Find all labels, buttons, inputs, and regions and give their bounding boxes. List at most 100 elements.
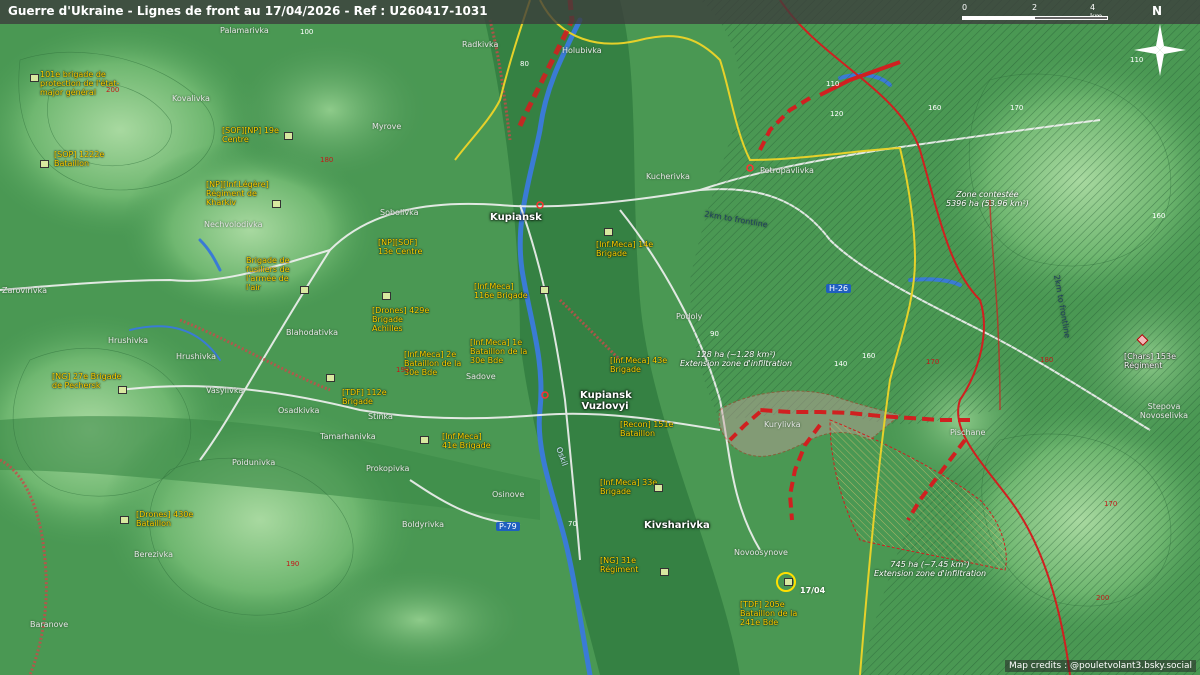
unit-14-brigade[interactable]: [Inf.Meca] 14e Brigade	[596, 240, 656, 258]
zone-infiltration-2-label: 745 ha (~7.45 km²) Extension zone d'infi…	[874, 560, 986, 578]
place-holubivka: Holubivka	[562, 46, 602, 55]
unit-2-bataillon-30[interactable]: [Inf.Meca] 2e Bataillon de la 30e Bde	[404, 350, 468, 377]
unit-marker-icon	[660, 568, 669, 576]
city-kupiansk-vuzlovyi: Kupiansk Vuzlovyi	[580, 390, 632, 412]
unit-marker-icon	[540, 286, 549, 294]
zone-infiltration-1-size: 128 ha (~1.28 km²)	[696, 350, 776, 359]
unit-1222-bataillon[interactable]: [SOP] 1222e Bataillon	[54, 150, 118, 168]
elev-label: 100	[300, 28, 314, 36]
unit-marker-icon	[326, 374, 335, 382]
north-label: N	[1152, 4, 1163, 18]
unit-marker-icon	[30, 74, 39, 82]
unit-marker-icon	[784, 578, 793, 586]
map-credits: Map credits : @pouletvolant3.bsky.social	[1004, 660, 1196, 672]
place-stinka: Stinka	[368, 412, 393, 421]
unit-101-brigade[interactable]: 101e brigade de protection de l'état-maj…	[40, 70, 140, 97]
elev-label: 200	[106, 86, 120, 94]
map-title: Guerre d'Ukraine - Lignes de front au 17…	[8, 4, 488, 18]
place-tamarhanivka: Tamarhanivka	[320, 432, 376, 441]
unit-marker-icon	[40, 160, 49, 168]
unit-marker-icon	[604, 228, 613, 236]
place-kurylivka: Kurylivka	[764, 420, 801, 429]
place-kucherivka: Kucherivka	[646, 172, 690, 181]
unit-31-regiment[interactable]: [NG] 31e Régiment	[600, 556, 660, 574]
place-osinove: Osinove	[492, 490, 525, 499]
elev-label: 110	[1130, 56, 1144, 64]
unit-205-bataillon[interactable]: [TDF] 205e Bataillon de la 241e Bde	[740, 600, 804, 627]
unit-marker-icon	[420, 436, 429, 444]
place-sadove: Sadove	[466, 372, 496, 381]
zone-infiltration-2-desc: Extension zone d'infiltration	[874, 569, 987, 578]
unit-151-bataillon[interactable]: [Recon] 151e Bataillon	[620, 420, 682, 438]
zone-infiltration-1-label: 128 ha (~1.28 km²) Extension zone d'infi…	[680, 350, 792, 368]
place-baranove: Baranove	[30, 620, 69, 629]
unit-regiment-kharkiv[interactable]: [NP][Inf.Légère] Régiment de Kharkiv	[206, 180, 276, 207]
place-berezivka: Berezivka	[134, 550, 173, 559]
place-radkivka: Radkivka	[462, 40, 499, 49]
unit-33-brigade[interactable]: [Inf.Meca] 33e Brigade	[600, 478, 658, 496]
elev-label: 110	[826, 80, 840, 88]
unit-13-centre[interactable]: [NP][SOF] 13e Centre	[378, 238, 432, 256]
place-prokopivka: Prokopivka	[366, 464, 410, 473]
unit-43-brigade[interactable]: [Inf.Meca] 43e Brigade	[610, 356, 670, 374]
place-zarovirivka: Zarovirivka	[2, 286, 47, 295]
scale-bar: 0 2 4 km	[962, 3, 1108, 21]
place-myrove: Myrove	[372, 122, 402, 131]
zone-infiltration-1-desc: Extension zone d'infiltration	[680, 359, 793, 368]
elev-label: 170	[926, 358, 940, 366]
elev-label: 160	[928, 104, 942, 112]
unit-41-brigade[interactable]: [Inf.Meca] 41e Brigade	[442, 432, 498, 450]
place-vasylivka: Vasylivka	[206, 386, 244, 395]
unit-27-brigade[interactable]: [NG] 27e Brigade de Pechersk	[52, 372, 124, 390]
elev-label: 90	[710, 330, 719, 338]
elev-label: 170	[1104, 500, 1118, 508]
place-pischane: Pischane	[950, 428, 986, 437]
elev-label: 70	[568, 520, 577, 528]
elev-label: 180	[1040, 356, 1054, 364]
place-hrushivka: Hrushivka	[108, 336, 148, 345]
elev-label: 190	[396, 366, 410, 374]
elev-label: 160	[1152, 212, 1166, 220]
city-kivsharivka: Kivsharivka	[644, 520, 710, 531]
place-petropavlivka: Petropavlivka	[760, 166, 814, 175]
unit-429-brigade[interactable]: [Drones] 429e Brigade Achilles	[372, 306, 436, 333]
scale-bar-graphic	[962, 16, 1108, 20]
unit-1-bataillon-30[interactable]: [Inf.Meca] 1e Bataillon de la 30e Bde	[470, 338, 534, 365]
unit-brigade-fusiliers[interactable]: Brigade de fusiliers de l'armée de l'air	[246, 256, 302, 292]
place-boldyrivka: Boldyrivka	[402, 520, 445, 529]
unit-marker-icon	[120, 516, 129, 524]
elev-label: 140	[834, 360, 848, 368]
scale-label-2: 2	[1032, 3, 1038, 12]
place-nechvolodivka: Nechvolodivka	[204, 220, 263, 229]
elev-label: 180	[320, 156, 334, 164]
place-palamarivka: Palamarivka	[220, 26, 269, 35]
zone-infiltration-2-size: 745 ha (~7.45 km²)	[890, 560, 970, 569]
elev-label: 200	[1096, 594, 1110, 602]
scale-label-0: 0	[962, 3, 968, 12]
zone-contested-title: Zone contestée	[956, 190, 1019, 199]
unit-430-bataillon[interactable]: [Drones] 430e Bataillon	[136, 510, 198, 528]
north-arrow-icon: N	[1152, 4, 1162, 18]
unit-marker-icon	[272, 200, 281, 208]
place-sobolivka: Sobolivka	[380, 208, 419, 217]
unit-marker-icon	[118, 386, 127, 394]
unit-19-centre[interactable]: [SOF][NP] 19e Centre	[222, 126, 282, 144]
place-blahodativka: Blahodativka	[286, 328, 339, 337]
road-h26: H-26	[826, 284, 852, 293]
elev-label: 160	[862, 352, 876, 360]
elev-label: 190	[286, 560, 300, 568]
city-kupiansk: Kupiansk	[490, 212, 542, 223]
elev-label: 120	[830, 110, 844, 118]
place-novoosynove: Novoosynove	[734, 548, 788, 557]
elev-label: 80	[520, 60, 529, 68]
place-osadkivka: Osadkivka	[278, 406, 320, 415]
place-kovalivka: Kovalivka	[172, 94, 210, 103]
unit-116-brigade[interactable]: [Inf.Meca] 116e Brigade	[474, 282, 534, 300]
place-podoly: Podoly	[676, 312, 703, 321]
elev-label: 170	[1010, 104, 1024, 112]
unit-112-brigade[interactable]: [TDF] 112e Brigade	[342, 388, 398, 406]
unit-153-regiment[interactable]: [Chars] 153e Régiment	[1124, 352, 1188, 370]
place-stepova-novoselivka: Stepova Novoselivka	[1139, 402, 1189, 420]
unit-marker-icon	[300, 286, 309, 294]
zone-contested-label: Zone contestée 5396 ha (53.96 km²)	[946, 190, 1029, 208]
